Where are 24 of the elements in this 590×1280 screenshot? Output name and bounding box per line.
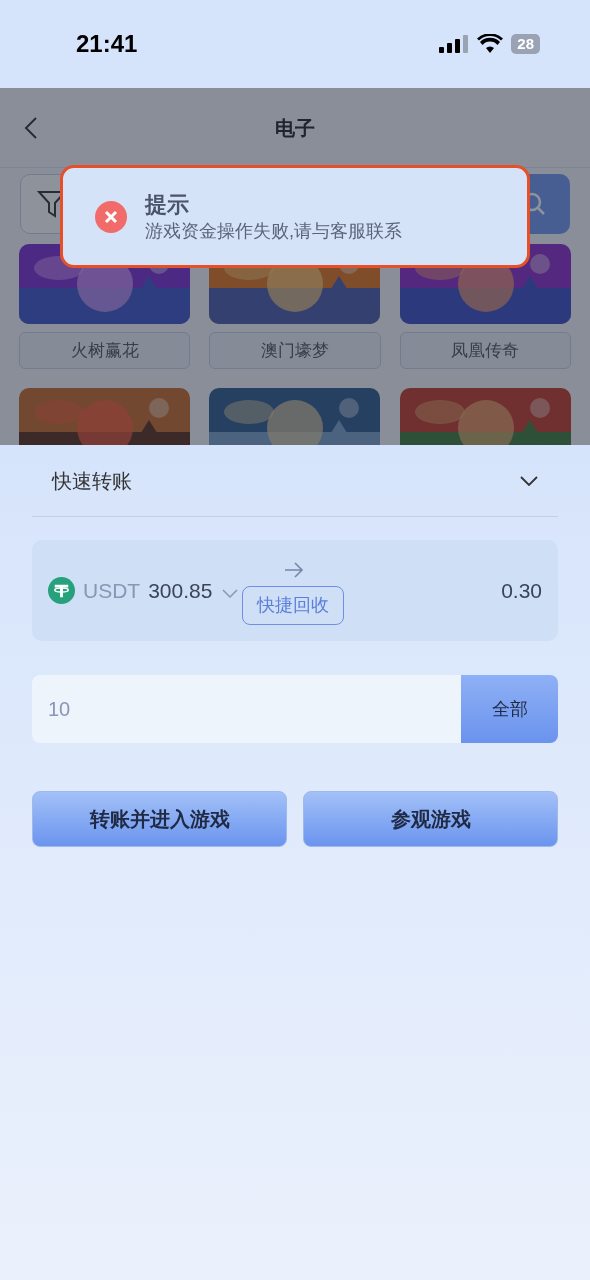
toast-message: 游戏资金操作失败,请与客服联系 <box>145 219 402 243</box>
wallet-balance: 300.85 <box>148 577 213 604</box>
arrow-right-icon <box>284 562 304 578</box>
chevron-down-icon[interactable] <box>520 475 538 486</box>
game-name[interactable]: 凤凰传奇 <box>399 332 571 369</box>
tether-icon <box>48 577 75 604</box>
all-button[interactable]: 全部 <box>461 675 558 743</box>
wifi-icon <box>477 34 504 54</box>
back-icon[interactable] <box>24 115 38 140</box>
battery-level: 28 <box>511 34 540 54</box>
amount-field[interactable]: 10 <box>32 675 461 743</box>
status-time: 21:41 <box>76 29 138 59</box>
signal-icon <box>439 35 470 53</box>
game-balance: 0.30 <box>501 577 542 604</box>
error-icon <box>95 200 127 233</box>
game-name[interactable]: 澳门壕梦 <box>209 332 381 369</box>
game-name[interactable]: 火树赢花 <box>19 332 191 369</box>
action-button[interactable]: 转账并进入游戏 <box>32 791 287 847</box>
action-button[interactable]: 参观游戏 <box>303 791 558 847</box>
toast-title: 提示 <box>145 190 190 219</box>
quick-recycle-button[interactable]: 快捷回收 <box>242 586 344 625</box>
currency-label: USDT <box>83 577 141 604</box>
page-title: 电子 <box>275 115 315 141</box>
sheet-title: 快速转账 <box>52 468 132 494</box>
